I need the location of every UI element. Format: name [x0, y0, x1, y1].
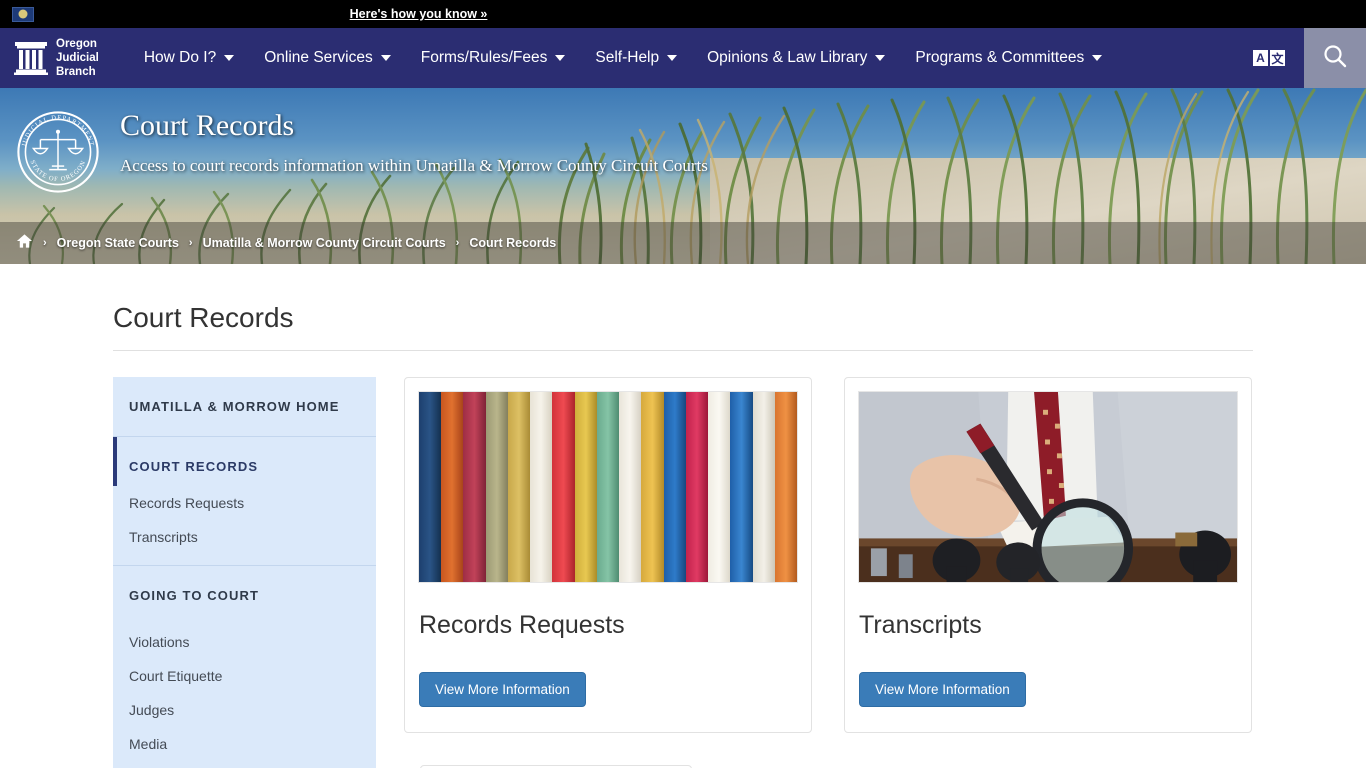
sidebar-item-court-etiquette[interactable]: Court Etiquette — [113, 659, 376, 693]
sidebar-item-judges[interactable]: Judges — [113, 693, 376, 727]
nav-item-opinions-law-library[interactable]: Opinions & Law Library — [692, 28, 900, 88]
translate-glyph-cjk: 文 — [1269, 49, 1286, 67]
person-writing-with-magnifier-photo — [858, 391, 1238, 583]
nav-item-online-services[interactable]: Online Services — [249, 28, 406, 88]
brand-logo[interactable]: Oregon Judicial Branch — [0, 28, 113, 88]
translate-glyph-latin: A — [1252, 49, 1269, 67]
chevron-down-icon — [667, 55, 678, 61]
sidebar-item-media[interactable]: Media — [113, 727, 376, 768]
nav-item-how-do-i[interactable]: How Do I? — [129, 28, 249, 88]
breadcrumb-separator: › — [188, 237, 193, 249]
nav-links: How Do I? Online Services Forms/Rules/Fe… — [113, 28, 1252, 88]
breadcrumb: › Oregon State Courts › Umatilla & Morro… — [0, 222, 1366, 264]
sidebar-item-records-requests[interactable]: Records Requests — [113, 486, 376, 520]
search-icon — [1322, 43, 1348, 74]
sidebar-item-transcripts[interactable]: Transcripts — [113, 520, 376, 565]
sidebar-section-court-records: COURT RECORDS Records Requests Transcrip… — [113, 437, 376, 566]
chevron-down-icon — [1092, 55, 1103, 61]
breadcrumb-item-oregon-state-courts[interactable]: Oregon State Courts — [57, 236, 179, 250]
sidebar-navigation: UMATILLA & MORROW HOME COURT RECORDS Rec… — [113, 377, 376, 768]
card-title: Transcripts — [859, 611, 982, 639]
nav-item-programs-committees[interactable]: Programs & Committees — [900, 28, 1117, 88]
main-navigation: Oregon Judicial Branch How Do I? Online … — [0, 28, 1366, 88]
nav-item-label: Forms/Rules/Fees — [420, 49, 548, 66]
view-more-information-button-transcripts[interactable]: View More Information — [859, 672, 1026, 707]
page-title: Court Records — [113, 264, 1253, 351]
card-title: Records Requests — [419, 611, 625, 639]
chevron-down-icon — [224, 55, 235, 61]
oregon-flag-icon — [12, 6, 34, 22]
colored-file-folders-photo — [418, 391, 798, 583]
brand-line-3: Branch — [56, 66, 96, 78]
chevron-down-icon — [875, 55, 886, 61]
breadcrumb-item-umatilla-morrow[interactable]: Umatilla & Morrow County Circuit Courts — [203, 236, 446, 250]
translate-icon[interactable]: A 文 — [1252, 49, 1286, 67]
nav-item-label: How Do I? — [143, 49, 217, 66]
card-transcripts[interactable]: Transcripts View More Information — [844, 377, 1252, 733]
nav-item-self-help[interactable]: Self-Help — [580, 28, 692, 88]
hero-text: Court Records Access to court records in… — [120, 108, 708, 176]
sidebar-section-umatilla-morrow-home: UMATILLA & MORROW HOME — [113, 377, 376, 437]
sidebar-item-going-to-court[interactable]: GOING TO COURT — [113, 566, 376, 625]
state-banner-text: An official website of the State of Oreg… — [44, 5, 334, 22]
home-icon[interactable] — [16, 233, 33, 254]
brand-text: Oregon Judicial Branch — [56, 37, 99, 79]
card-records-requests[interactable]: Records Requests View More Information — [404, 377, 812, 733]
brand-line-2: Judicial — [56, 51, 99, 64]
how-you-know-link[interactable]: Here's how you know » — [350, 7, 488, 21]
hero-title: Court Records — [120, 109, 295, 142]
sidebar-section-going-to-court: GOING TO COURT Violations Court Etiquett… — [113, 566, 376, 768]
oregon-judicial-seal: JUDICIAL DEPARTMENT STATE OF OREGON — [14, 108, 102, 196]
hero-banner: JUDICIAL DEPARTMENT STATE OF OREGON Cour… — [0, 88, 1366, 264]
nav-item-label: Online Services — [264, 49, 373, 66]
courthouse-column-icon — [14, 40, 48, 76]
hero-subtitle: Access to court records information with… — [120, 156, 708, 175]
nav-item-label: Opinions & Law Library — [707, 49, 868, 66]
chevron-down-icon — [380, 55, 391, 61]
nav-item-label: Self-Help — [595, 49, 660, 66]
nav-item-label: Programs & Committees — [915, 49, 1085, 66]
brand-line-1: Oregon — [56, 37, 97, 50]
state-banner: An official website of the State of Oreg… — [0, 0, 1366, 28]
breadcrumb-item-court-records: Court Records — [469, 236, 557, 250]
card-grid: Records Requests View More Information T… — [404, 377, 1253, 768]
breadcrumb-separator: › — [455, 237, 460, 249]
search-button[interactable] — [1304, 28, 1366, 88]
sidebar-item-umatilla-morrow-home[interactable]: UMATILLA & MORROW HOME — [113, 377, 376, 436]
page-container: Court Records UMATILLA & MORROW HOME COU… — [0, 264, 1366, 768]
nav-item-forms-rules-fees[interactable]: Forms/Rules/Fees — [406, 28, 581, 88]
sidebar-item-violations[interactable]: Violations — [113, 625, 376, 659]
chevron-down-icon — [555, 55, 566, 61]
breadcrumb-separator: › — [43, 237, 47, 249]
nav-right-controls: A 文 — [1252, 28, 1366, 88]
content-area: UMATILLA & MORROW HOME COURT RECORDS Rec… — [113, 351, 1253, 768]
view-more-information-button-records-requests[interactable]: View More Information — [419, 672, 586, 707]
sidebar-item-court-records[interactable]: COURT RECORDS — [113, 437, 376, 486]
